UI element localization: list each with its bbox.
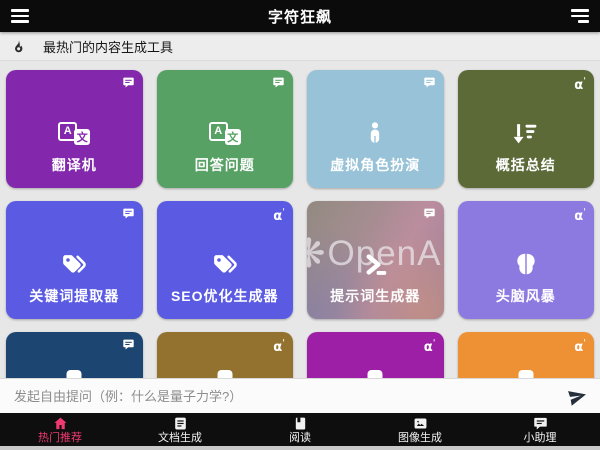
- tool-card-tool-12[interactable]: α: [458, 332, 595, 378]
- alpha-badge-icon: α: [273, 338, 285, 354]
- alpha-badge-icon: α: [574, 338, 586, 354]
- person-icon: [307, 118, 444, 148]
- tool-icon-partial: [217, 370, 232, 378]
- chat-icon: [533, 416, 548, 431]
- tool-card-brainstorm[interactable]: α 头脑风暴: [458, 201, 595, 319]
- section-header: 最热门的内容生成工具: [0, 32, 600, 61]
- home-icon: [53, 416, 68, 431]
- nav-item-read[interactable]: 阅读: [240, 413, 360, 446]
- tool-card-label: 头脑风暴: [458, 286, 595, 306]
- sort-menu-icon[interactable]: [569, 9, 589, 22]
- nav-item-assistant[interactable]: 小助理: [480, 413, 600, 446]
- nav-item-doc[interactable]: 文档生成: [120, 413, 240, 446]
- book-icon: [293, 416, 308, 431]
- tool-card-summarize[interactable]: α 概括总结: [458, 70, 595, 188]
- tool-card-label: 回答问题: [157, 155, 294, 175]
- document-icon: [173, 416, 188, 431]
- translate-icon: A文: [157, 118, 294, 148]
- bottom-strip: [0, 446, 600, 450]
- app-title: 字符狂飙: [268, 6, 332, 27]
- chat-badge-icon: [122, 76, 135, 89]
- tool-card-tool-10[interactable]: α: [157, 332, 294, 378]
- tool-icon-partial: [518, 370, 533, 378]
- chat-badge-icon: [423, 207, 436, 220]
- summarize-icon: [458, 118, 595, 148]
- chat-badge-icon: [122, 338, 135, 351]
- nav-item-label: 小助理: [524, 433, 557, 444]
- nav-item-label: 文档生成: [158, 433, 202, 444]
- tool-icon-partial: [368, 370, 383, 378]
- image-icon: [413, 416, 428, 431]
- alpha-badge-icon: α: [424, 338, 436, 354]
- app-window: 字符狂飙 最热门的内容生成工具 A文翻译机A文回答问题虚拟角色扮演α概括总结关键…: [0, 0, 600, 450]
- nav-item-hot[interactable]: 热门推荐: [0, 413, 120, 446]
- translate-icon: A文: [6, 118, 143, 148]
- tool-card-answer-questions[interactable]: A文回答问题: [157, 70, 294, 188]
- tool-card-label: 概括总结: [458, 155, 595, 175]
- nav-item-label: 热门推荐: [38, 433, 82, 444]
- tool-card-seo-generator[interactable]: α SEO优化生成器: [157, 201, 294, 319]
- tool-card-translator[interactable]: A文翻译机: [6, 70, 143, 188]
- chat-badge-icon: [122, 207, 135, 220]
- nav-item-label: 阅读: [289, 433, 311, 444]
- tool-card-keyword-extractor[interactable]: 关键词提取器: [6, 201, 143, 319]
- chat-badge-icon: [272, 76, 285, 89]
- nav-item-label: 图像生成: [398, 433, 442, 444]
- tool-card-prompt-generator[interactable]: ❋OpenAI提示词生成器: [307, 201, 444, 319]
- tool-icon-partial: [67, 370, 82, 378]
- terminal-icon: [307, 249, 444, 279]
- top-bar: 字符狂飙: [0, 0, 600, 32]
- tool-card-tool-11[interactable]: α: [307, 332, 444, 378]
- nav-item-image[interactable]: 图像生成: [360, 413, 480, 446]
- section-title: 最热门的内容生成工具: [43, 37, 173, 56]
- tool-card-role-play[interactable]: 虚拟角色扮演: [307, 70, 444, 188]
- tags-icon: [6, 249, 143, 279]
- alpha-badge-icon: α: [574, 76, 586, 92]
- tool-card-label: SEO优化生成器: [157, 286, 294, 306]
- tags-icon: [157, 249, 294, 279]
- flame-icon: [11, 38, 26, 55]
- tool-card-label: 提示词生成器: [307, 286, 444, 306]
- bottom-nav: 热门推荐 文档生成 阅读 图像生成 小助理: [0, 413, 600, 446]
- tool-card-label: 关键词提取器: [6, 286, 143, 306]
- tools-grid: A文翻译机A文回答问题虚拟角色扮演α概括总结关键词提取器αSEO优化生成器❋Op…: [0, 60, 600, 378]
- ask-bar: [0, 378, 600, 413]
- alpha-badge-icon: α: [574, 207, 586, 223]
- ask-input[interactable]: [12, 388, 559, 405]
- tool-card-tool-9[interactable]: [6, 332, 143, 378]
- hamburger-menu-icon[interactable]: [11, 9, 31, 22]
- tool-card-label: 虚拟角色扮演: [307, 155, 444, 175]
- send-icon[interactable]: [565, 383, 590, 408]
- brain-icon: [458, 249, 595, 279]
- chat-badge-icon: [423, 76, 436, 89]
- alpha-badge-icon: α: [273, 207, 285, 223]
- tool-card-label: 翻译机: [6, 155, 143, 175]
